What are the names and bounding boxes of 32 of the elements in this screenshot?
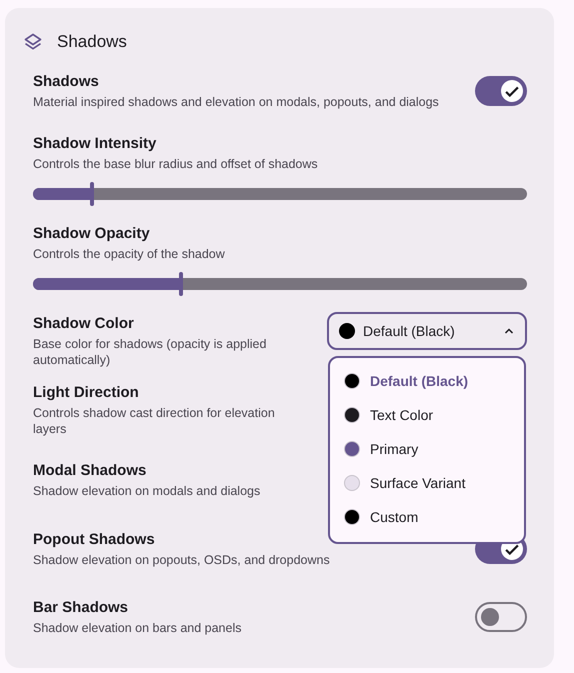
setting-description: Controls the base blur radius and offset of shadows	[33, 156, 319, 172]
slider[interactable]	[33, 182, 527, 206]
setting-description: Base color for shadows (opacity is applied automatically)	[33, 336, 268, 368]
check-icon	[505, 86, 519, 96]
color-dropdown[interactable]: Default (Black)	[327, 312, 527, 350]
dropdown-option[interactable]: Primary	[336, 432, 518, 466]
setting-description: Shadow elevation on bars and panels	[33, 620, 242, 636]
setting-description: Material inspired shadows and elevation on modals, popouts, and dialogs	[33, 94, 439, 110]
section-title: Shadows	[57, 31, 127, 54]
check-icon	[505, 544, 519, 554]
setting-title: Shadow Color	[33, 314, 135, 334]
dropdown-option[interactable]: Custom	[336, 500, 518, 534]
slider-thumb[interactable]	[90, 182, 94, 206]
setting-description: Controls the opacity of the shadow	[33, 246, 226, 262]
dropdown-option[interactable]: Surface Variant	[336, 466, 518, 500]
setting-title: Shadow Intensity	[33, 134, 158, 154]
setting-title: Popout Shadows	[33, 530, 156, 550]
setting-title: Light Direction	[33, 383, 140, 403]
setting-title: Shadow Opacity	[33, 224, 151, 244]
setting-description: Shadow elevation on popouts, OSDs, and dropdowns	[33, 552, 330, 568]
setting-description: Controls shadow cast direction for elevation layers	[33, 405, 276, 437]
setting-title: Bar Shadows	[33, 598, 130, 618]
slider-thumb[interactable]	[179, 272, 184, 296]
setting-description: Shadow elevation on modals and dialogs	[33, 483, 262, 499]
setting-title: Shadows	[33, 72, 100, 92]
setting-title: Modal Shadows	[33, 461, 148, 481]
slider[interactable]	[33, 272, 527, 296]
toggle-switch[interactable]	[475, 602, 527, 632]
dropdown-option[interactable]: Text Color	[336, 398, 518, 432]
layers-icon	[23, 32, 43, 52]
toggle-switch[interactable]	[475, 76, 527, 106]
dropdown-option[interactable]: Default (Black)	[336, 364, 518, 398]
